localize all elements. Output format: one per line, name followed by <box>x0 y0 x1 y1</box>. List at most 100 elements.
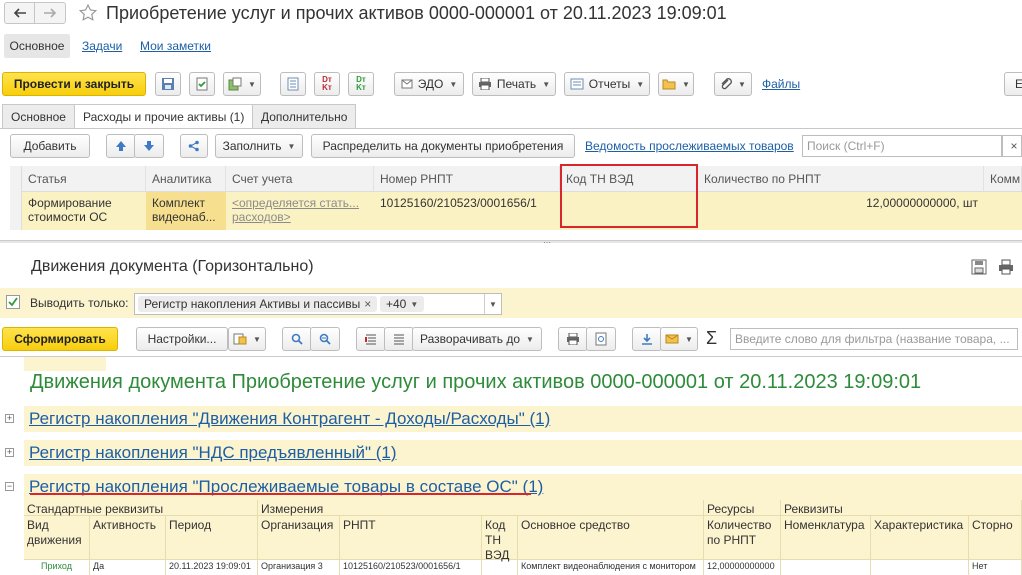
post-button[interactable] <box>189 72 215 96</box>
pane-splitter[interactable] <box>0 240 1022 243</box>
cell-qty-rnpt[interactable]: 12,00000000000, шт <box>698 192 984 230</box>
expand-plus-icon-2[interactable]: + <box>5 448 14 457</box>
attach-button[interactable]: ▼ <box>658 72 694 96</box>
window-title: Приобретение услуг и прочих активов 0000… <box>106 3 727 23</box>
history-nav <box>4 2 66 24</box>
group-toggle-button[interactable] <box>356 327 386 351</box>
edo-icon <box>401 79 413 89</box>
dt-kt-button[interactable]: Dт Kт <box>314 72 340 96</box>
save-button[interactable] <box>155 72 181 96</box>
find-button[interactable] <box>282 327 312 351</box>
printer-icon <box>478 78 492 90</box>
register-row-3[interactable]: Регистр накопления "Прослеживаемые товар… <box>24 474 1022 500</box>
nav-tab-main[interactable]: Основное <box>4 34 70 58</box>
paperclip-icon <box>720 77 732 91</box>
nav-tab-tasks[interactable]: Задачи <box>82 39 122 53</box>
cell-nomenclature <box>781 560 871 575</box>
report-header-strip <box>24 357 106 371</box>
forward-arrow-icon[interactable] <box>35 3 65 23</box>
filter-checkbox[interactable] <box>6 295 20 309</box>
dt-kt-report-button[interactable]: Dт Kт <box>348 72 374 96</box>
doc-tab-expenses[interactable]: Расходы и прочие активы (1) <box>74 104 254 129</box>
cell-rnpt: 10125160/210523/0001656/1 <box>340 560 482 575</box>
cell-statya[interactable]: Формирование стоимости ОС <box>22 192 146 230</box>
expand-to-label: Разворачивать до <box>420 332 521 346</box>
sum-icon[interactable]: Σ <box>706 328 717 349</box>
clear-search-icon[interactable]: × <box>1002 135 1022 157</box>
register-row-1[interactable]: Регистр накопления "Движения Контрагент … <box>24 406 1022 432</box>
save-report-icon[interactable] <box>971 259 987 275</box>
download-button[interactable] <box>632 327 662 351</box>
print-label: Печать <box>496 77 537 91</box>
print-button[interactable]: Печать ▼ <box>472 72 556 96</box>
list-icon <box>286 77 300 91</box>
find-next-button[interactable] <box>310 327 340 351</box>
grouping-icon <box>365 333 377 345</box>
cell-period: 20.11.2023 19:09:01 <box>166 560 258 575</box>
table-search-input[interactable]: Поиск (Ctrl+F) <box>802 135 1002 157</box>
cell-fixed-asset: Комплект видеонаблюдения с монитором <box>518 560 704 575</box>
share-button[interactable] <box>180 134 208 158</box>
post-and-close-button[interactable]: Провести и закрыть <box>2 72 146 96</box>
col-kod-tn-ved: Код ТН ВЭД <box>482 516 518 562</box>
report-filter-input[interactable]: Введите слово для фильтра (название това… <box>730 328 1018 350</box>
variant-button[interactable]: ▼ <box>228 327 266 351</box>
filter-dropdown-icon[interactable]: ▼ <box>484 294 501 314</box>
cell-rnpt[interactable]: 10125160/210523/0001656/1 <box>374 192 560 230</box>
tracked-goods-link[interactable]: Ведомость прослеживаемых товаров <box>585 139 794 153</box>
paperclip-button[interactable]: ▼ <box>714 72 752 96</box>
filter-tag[interactable]: Регистр накопления Активы и пассивы × <box>138 296 378 312</box>
files-link[interactable]: Файлы <box>762 77 800 91</box>
col-fixed-asset: Основное средство <box>518 516 704 560</box>
cell-schet[interactable]: <определяется стать... расходов> <box>226 192 374 230</box>
expand-to-button[interactable]: Разворачивать до ▼ <box>412 327 542 351</box>
row-selector-column <box>10 166 22 230</box>
generate-button[interactable]: Сформировать <box>2 327 118 351</box>
collapse-minus-icon[interactable]: − <box>5 482 14 491</box>
register-row-2[interactable]: Регистр накопления "НДС предъявленный" (… <box>24 440 1022 466</box>
distribute-button[interactable]: Распределить на документы приобретения <box>311 134 575 158</box>
fill-button[interactable]: Заполнить ▼ <box>215 134 303 158</box>
add-row-button[interactable]: Добавить <box>10 134 90 158</box>
move-down-button[interactable] <box>134 134 164 158</box>
edo-button[interactable]: ЭДО ▼ <box>394 72 464 96</box>
share-icon <box>188 140 200 152</box>
more-button[interactable]: Е <box>1004 72 1022 96</box>
doc-tab-additional[interactable]: Дополнительно <box>252 104 357 128</box>
register-link-2[interactable]: Регистр накопления "НДС предъявленный" (… <box>29 443 397 463</box>
save-icon <box>161 77 175 91</box>
edo-label: ЭДО <box>417 77 444 91</box>
print-report-icon[interactable] <box>998 259 1014 275</box>
cell-comment[interactable] <box>984 192 1022 230</box>
print-report-button[interactable] <box>558 327 588 351</box>
col-header-comment[interactable]: Комм <box>984 166 1022 192</box>
reports-button[interactable]: Отчеты ▼ <box>564 72 650 96</box>
collapse-icon <box>393 333 405 345</box>
variant-icon <box>233 333 247 345</box>
search-next-icon <box>319 333 331 345</box>
col-period: Период <box>166 516 258 560</box>
group-resources: Ресурсы <box>704 500 781 516</box>
move-up-button[interactable] <box>106 134 136 158</box>
col-header-qty-rnpt[interactable]: Количество по РНПТ <box>698 166 984 192</box>
col-header-analitika[interactable]: Аналитика <box>146 166 226 192</box>
col-header-statya[interactable]: Статья <box>22 166 146 192</box>
create-based-on-button[interactable]: ▼ <box>223 72 261 96</box>
nav-tab-notes[interactable]: Мои заметки <box>140 39 211 53</box>
doc-tab-main[interactable]: Основное <box>2 104 75 128</box>
register-link-1[interactable]: Регистр накопления "Движения Контрагент … <box>29 409 550 429</box>
col-header-rnpt[interactable]: Номер РНПТ <box>374 166 560 192</box>
document-list-button[interactable] <box>280 72 306 96</box>
preview-button[interactable] <box>586 327 616 351</box>
collapse-button[interactable] <box>384 327 414 351</box>
favorite-star-icon[interactable] <box>78 3 98 23</box>
remove-tag-icon[interactable]: × <box>364 297 371 311</box>
filter-more-tag[interactable]: +40 ▼ <box>380 296 425 312</box>
send-email-button[interactable]: ▼ <box>660 327 698 351</box>
col-header-schet[interactable]: Счет учета <box>226 166 374 192</box>
back-arrow-icon[interactable] <box>5 3 35 23</box>
expand-plus-icon[interactable]: + <box>5 414 14 423</box>
splitter-grip-icon: ⋯ <box>543 238 551 247</box>
settings-button[interactable]: Настройки... <box>136 327 228 351</box>
cell-analitika[interactable]: Комплект видеонаб... <box>146 192 226 230</box>
